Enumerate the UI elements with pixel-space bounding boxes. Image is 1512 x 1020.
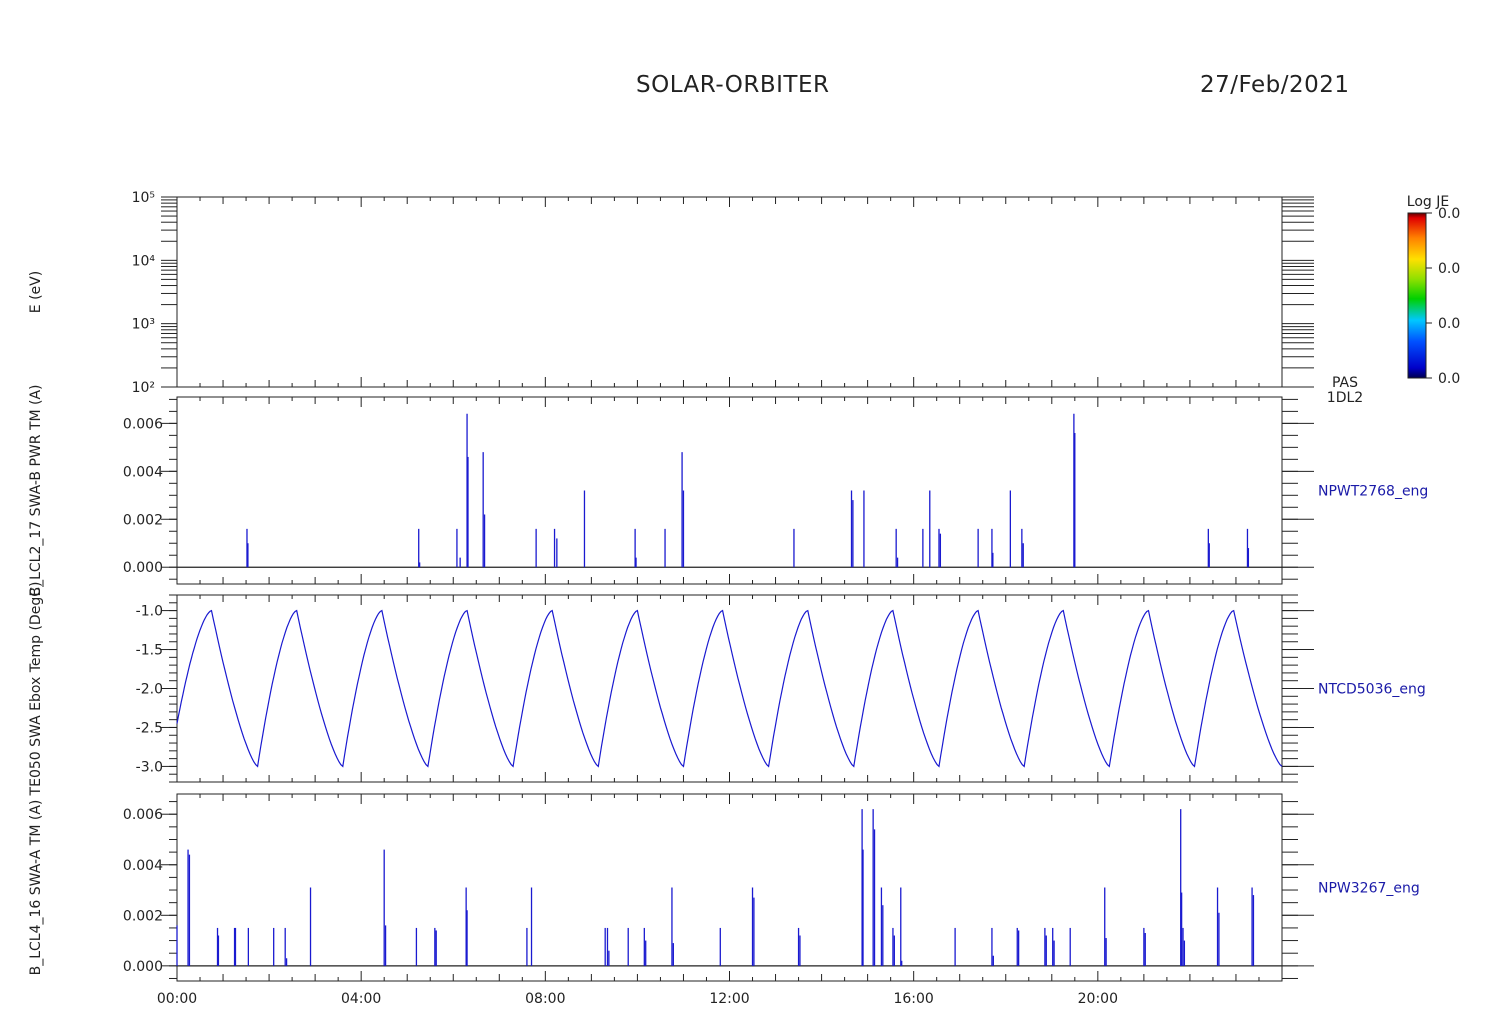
- y-tick-label: -2.0: [136, 682, 163, 698]
- y-axis-label: B_LCL4_16 SWA-A TM (A): [28, 800, 44, 976]
- y-tick-label: 0.000: [123, 959, 163, 975]
- y-tick-label: 0.004: [123, 464, 163, 480]
- y-tick-label: 10²: [132, 380, 155, 396]
- y-axis-label: B_LCL2_17 SWA-B PWR TM (A): [28, 384, 44, 596]
- y-axis-label: TE050 SWA Ebox Temp (DegC): [28, 582, 44, 797]
- colorbar: [1407, 212, 1427, 379]
- panel-frame: [176, 793, 1283, 982]
- y-tick-label: 10⁴: [132, 253, 156, 269]
- y-tick-label: -1.0: [136, 604, 163, 620]
- y-tick-label: -1.5: [136, 643, 163, 659]
- x-tick-label: 08:00: [525, 991, 565, 1007]
- y-tick-label: 0.002: [123, 512, 163, 528]
- panel-frame: [176, 594, 1283, 783]
- plot-canvas: 10²10³10⁴10⁵E (eV)PAS1DL20.0000.0020.004…: [28, 190, 1460, 1007]
- series-label: NPW3267_eng: [1318, 881, 1420, 897]
- panel-frame: [176, 196, 1283, 388]
- x-tick-label: 20:00: [1078, 991, 1118, 1007]
- y-tick-label: 0.006: [123, 807, 163, 823]
- x-tick-label: 12:00: [709, 991, 749, 1007]
- y-tick-label: 0.000: [123, 560, 163, 576]
- side-label-pas: PAS: [1332, 375, 1358, 391]
- y-tick-label: -2.5: [136, 720, 163, 736]
- y-tick-label: 10³: [132, 317, 155, 333]
- y-tick-label: -3.0: [136, 759, 163, 775]
- colorbar-tick-label: 0.0: [1438, 371, 1460, 387]
- x-tick-label: 16:00: [893, 991, 933, 1007]
- colorbar-tick-label: 0.0: [1438, 206, 1460, 222]
- y-tick-label: 0.006: [123, 416, 163, 432]
- y-tick-label: 0.002: [123, 908, 163, 924]
- temperature-line: [176, 609, 1283, 768]
- y-tick-label: 0.004: [123, 858, 163, 874]
- x-tick-label: 00:00: [157, 991, 197, 1007]
- series-label: NTCD5036_eng: [1318, 682, 1426, 698]
- panel-frame: [176, 396, 1283, 585]
- colorbar-tick-label: 0.0: [1438, 316, 1460, 332]
- x-tick-label: 04:00: [341, 991, 381, 1007]
- colorbar-tick-label: 0.0: [1438, 261, 1460, 277]
- y-axis-label: E (eV): [28, 271, 44, 313]
- y-tick-label: 10⁵: [132, 190, 155, 206]
- side-label-1dl2: 1DL2: [1327, 390, 1363, 406]
- series-label: NPWT2768_eng: [1318, 484, 1428, 500]
